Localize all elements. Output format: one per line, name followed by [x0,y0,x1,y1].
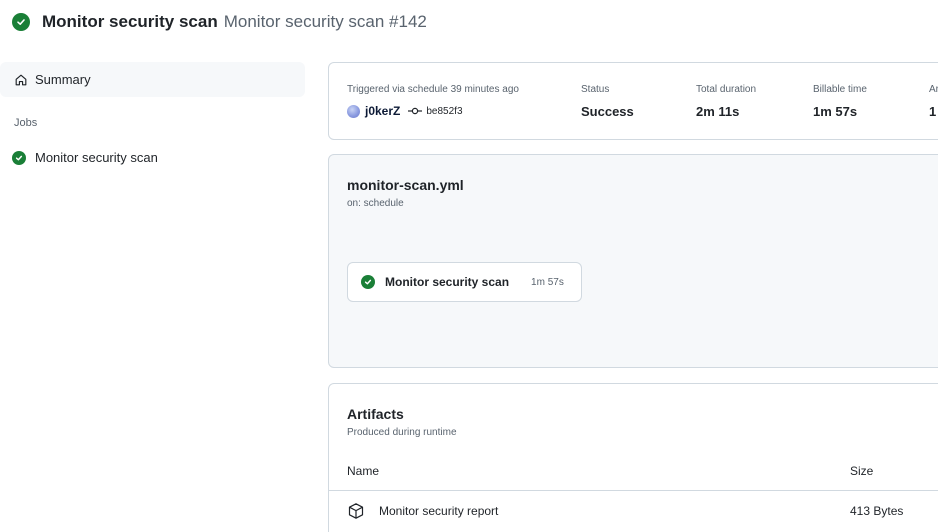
actor-link[interactable]: j0kerZ [365,104,400,118]
run-title: Monitor security scan [42,12,218,31]
avatar[interactable] [347,104,360,118]
workflow-trigger: on: schedule [347,198,404,209]
billable-time-label: Billable time [813,84,867,95]
home-icon [15,74,27,85]
commit-sha-link[interactable]: be852f3 [426,106,462,117]
artifacts-divider [329,490,938,491]
status-value: Success [581,103,634,119]
run-info-card: Triggered via schedule 39 minutes ago j0… [328,62,938,140]
trigger-label: Triggered via schedule 39 minutes ago [347,84,519,95]
artifacts-count-label: Ar [929,84,938,95]
workflow-graph-card: monitor-scan.yml on: schedule Monitor se… [328,154,938,368]
workflow-run-page: Monitor security scan Monitor security s… [0,0,938,532]
artifact-size: 413 Bytes [850,504,904,518]
status-label: Status [581,84,610,95]
success-check-icon [12,13,30,31]
success-check-icon [361,275,375,289]
total-duration-label: Total duration [696,84,757,95]
sidebar-item-summary[interactable]: Summary [0,62,305,97]
git-commit-icon [408,107,423,115]
artifacts-title: Artifacts [347,406,404,422]
run-subtitle: Monitor security scan #142 [223,12,427,31]
artifact-name-link[interactable]: Monitor security report [379,504,498,518]
artifacts-count-column: Ar 1 [929,84,938,119]
job-node-monitor-security-scan[interactable]: Monitor security scan 1m 57s [347,262,582,302]
sidebar-item-job[interactable]: Monitor security scan [12,150,158,165]
trigger-value: j0kerZ be852f3 [347,103,519,119]
artifacts-col-size: Size [850,464,874,478]
workflow-file-name: monitor-scan.yml [347,177,464,193]
artifacts-subtitle: Produced during runtime [347,427,457,438]
trigger-column: Triggered via schedule 39 minutes ago j0… [347,84,519,119]
sidebar-jobs-heading: Jobs [14,117,38,129]
artifacts-col-name: Name [347,464,380,478]
job-node-name: Monitor security scan [385,275,510,289]
sidebar-item-job-label: Monitor security scan [35,150,158,165]
status-column: Status Success [581,84,634,119]
billable-time-value: 1m 57s [813,103,858,119]
success-check-icon [12,150,26,165]
job-node-duration: 1m 57s [531,276,564,288]
artifacts-card: Artifacts Produced during runtime Name S… [328,383,938,532]
sidebar-item-summary-label: Summary [35,72,91,87]
package-icon [348,503,364,519]
run-header: Monitor security scan Monitor security s… [12,10,427,34]
billable-time-column: Billable time 1m 57s [813,84,867,119]
total-duration-value: 2m 11s [696,103,740,119]
total-duration-column: Total duration 2m 11s [696,84,756,119]
artifacts-count-value: 1 [929,103,937,119]
